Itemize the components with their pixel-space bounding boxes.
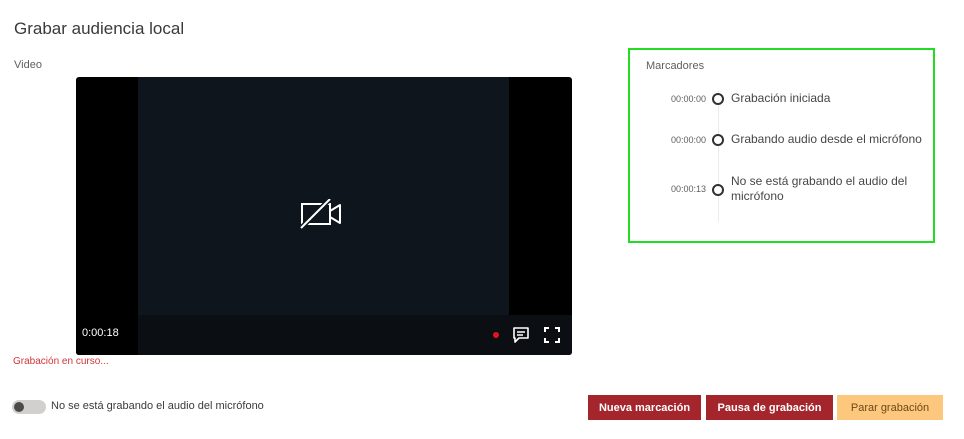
marker-circle-icon — [712, 93, 724, 105]
timeline-line — [718, 91, 719, 222]
microphone-toggle[interactable] — [12, 400, 46, 414]
marker-time: 00:00:13 — [670, 184, 706, 194]
marker-text: Grabación iniciada — [731, 91, 831, 105]
markers-title: Marcadores — [646, 60, 705, 72]
markers-panel: Marcadores 00:00:00 Grabación iniciada 0… — [628, 48, 935, 243]
chat-icon[interactable] — [512, 326, 530, 344]
page-title: Grabar audiencia local — [14, 19, 185, 38]
recording-status: Grabación en curso... — [13, 356, 109, 367]
marker-circle-icon — [712, 134, 724, 146]
video-label: Video — [14, 59, 42, 71]
marker-time: 00:00:00 — [670, 135, 706, 145]
marker-time: 00:00:00 — [670, 94, 706, 104]
player-controls: 0:00:18 — [76, 315, 572, 355]
elapsed-time: 0:00:18 — [82, 327, 119, 339]
marker-text: No se está grabando el audio del micrófo… — [731, 174, 908, 203]
recording-indicator — [493, 332, 499, 338]
stop-recording-button[interactable]: Parar grabación — [837, 395, 943, 420]
pause-recording-button[interactable]: Pausa de grabación — [706, 395, 833, 420]
microphone-toggle-label: No se está grabando el audio del micrófo… — [51, 400, 264, 412]
marker-circle-icon — [712, 184, 724, 196]
camera-off-icon — [300, 199, 341, 229]
marker-text: Grabando audio desde el micrófono — [731, 132, 922, 146]
new-marker-button[interactable]: Nueva marcación — [588, 395, 701, 420]
video-player[interactable]: 0:00:18 — [76, 77, 572, 355]
fullscreen-icon[interactable] — [543, 326, 561, 344]
video-stage — [138, 77, 509, 315]
toggle-knob — [14, 402, 24, 412]
